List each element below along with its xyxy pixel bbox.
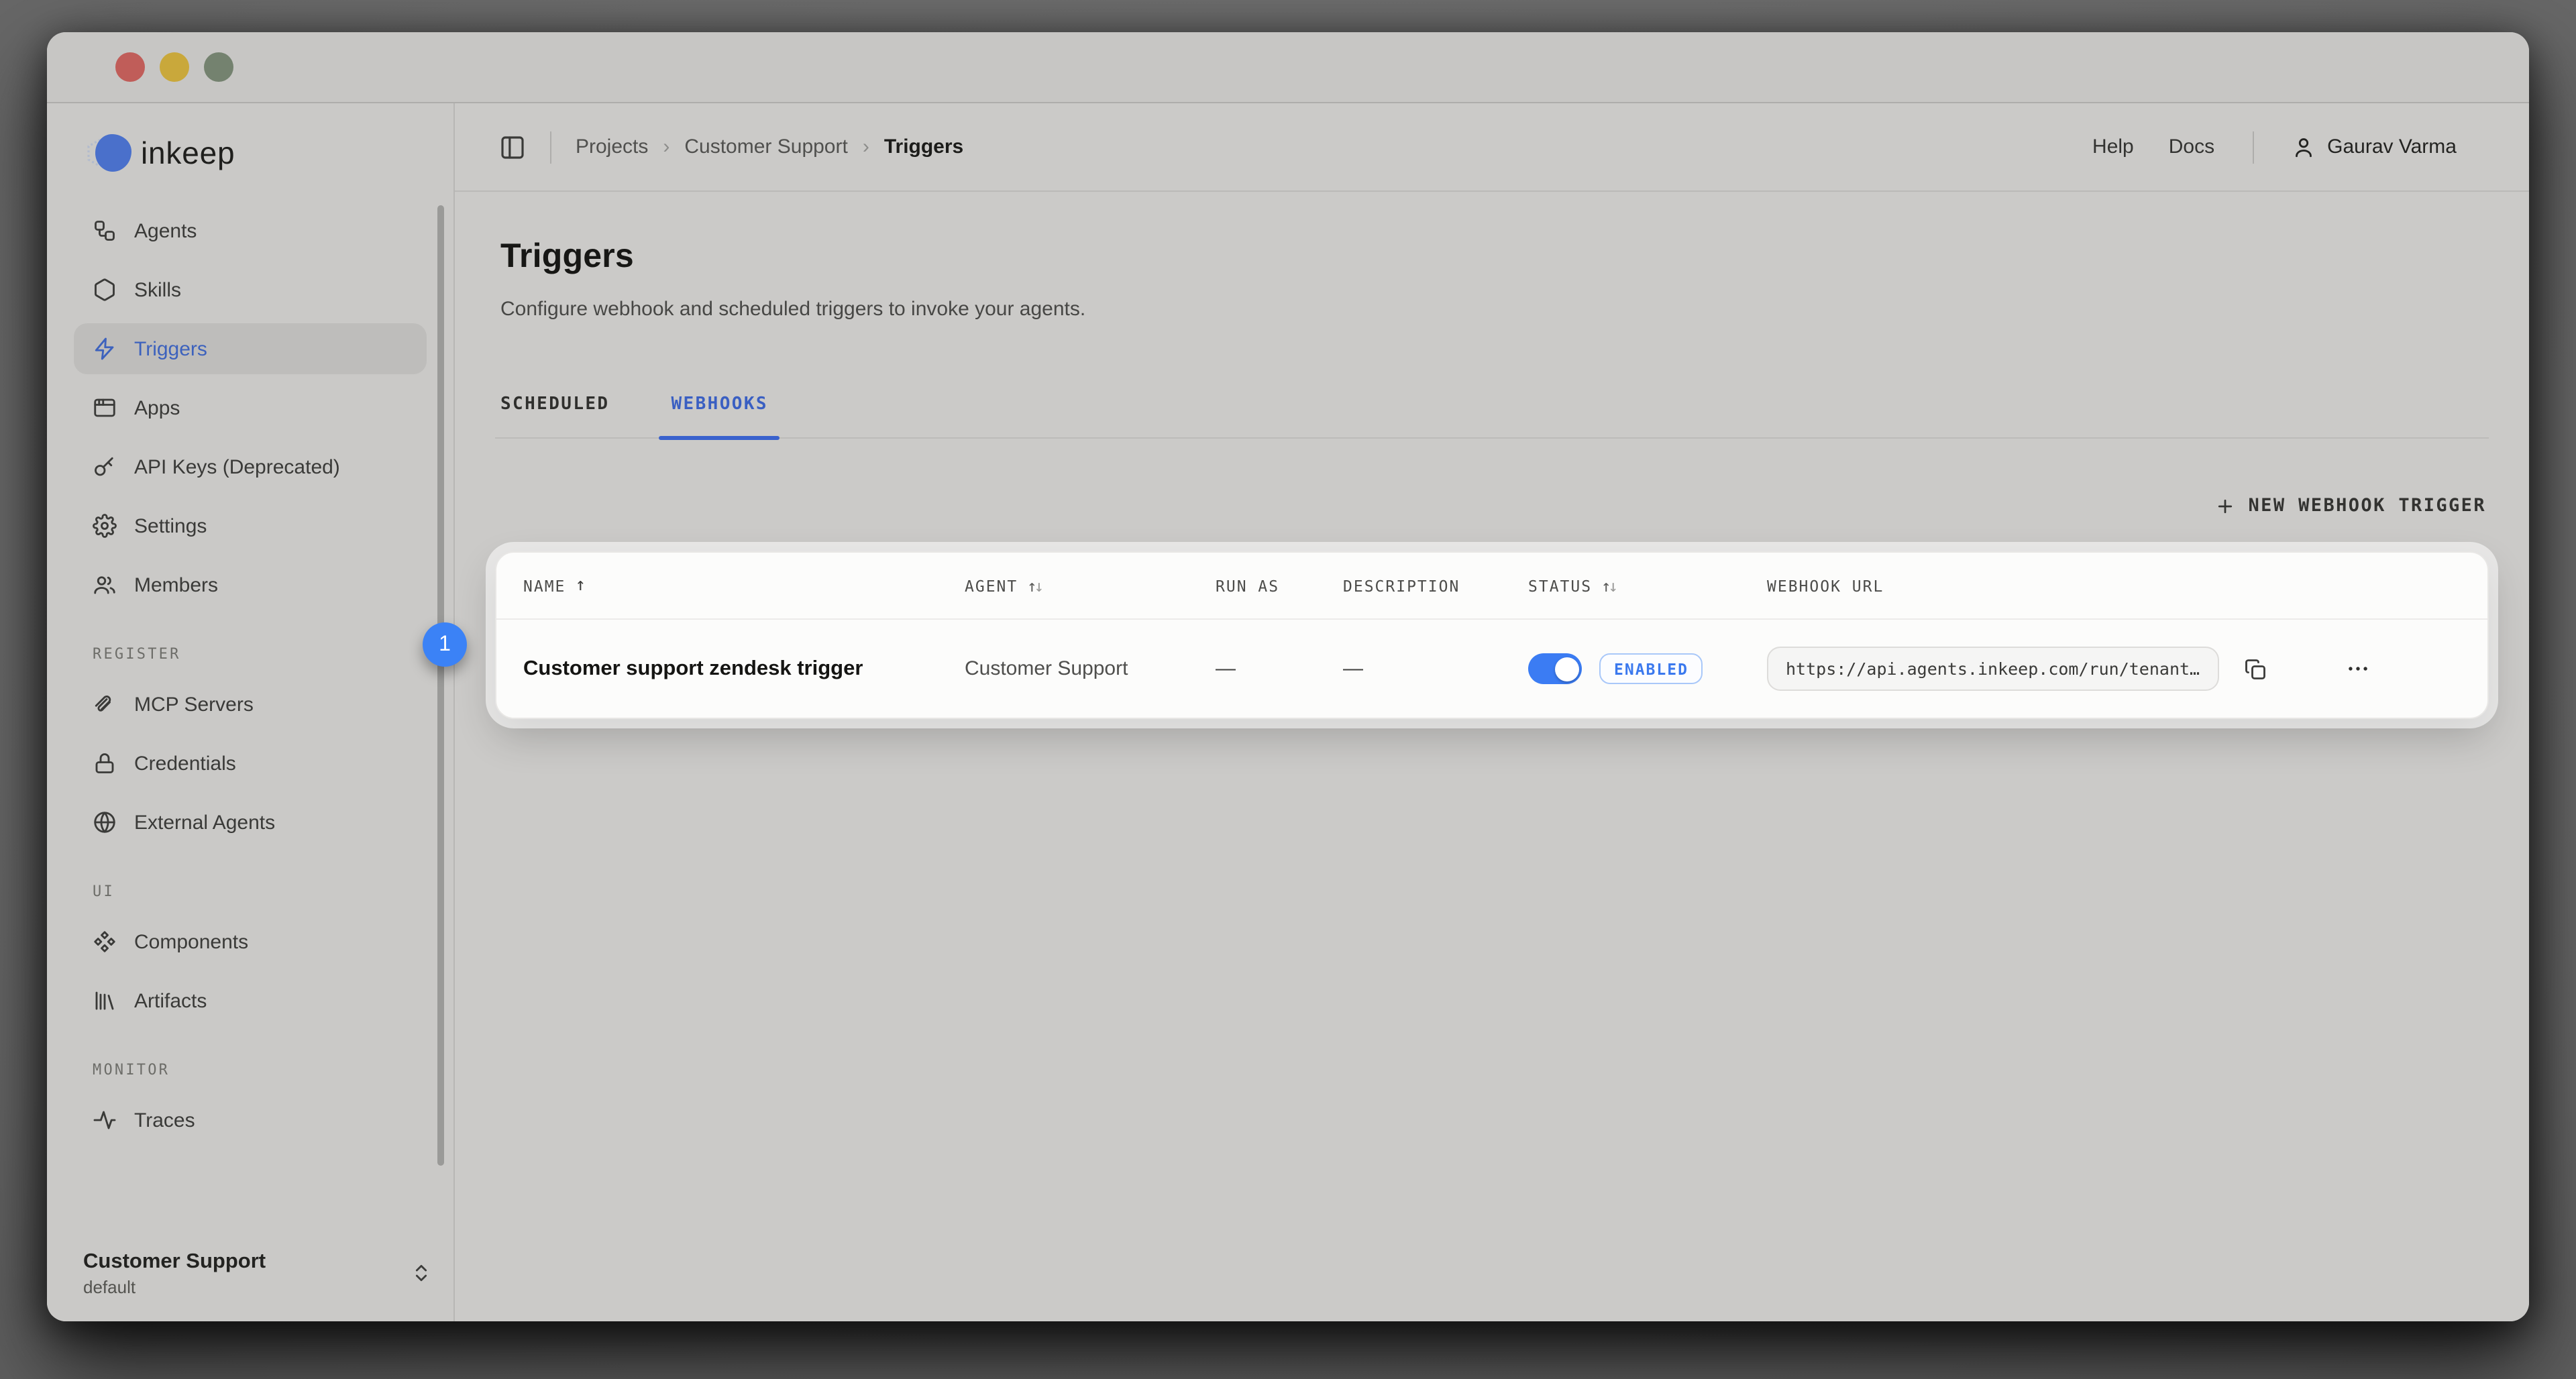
hexagon-icon <box>93 278 117 302</box>
column-header-name[interactable]: NAME ↑ <box>523 575 965 596</box>
docs-link[interactable]: Docs <box>2169 135 2214 158</box>
sidebar-item-mcp-servers[interactable]: MCP Servers <box>74 679 427 730</box>
close-window-button[interactable] <box>115 52 145 82</box>
trigger-tabs: SCHEDULED WEBHOOKS <box>495 394 2489 439</box>
column-header-webhook-url: WEBHOOK URL <box>1767 576 2461 595</box>
user-name: Gaurav Varma <box>2327 135 2457 158</box>
trigger-agent: Customer Support <box>965 657 1216 680</box>
row-actions-button[interactable] <box>2345 656 2370 681</box>
key-icon <box>93 455 117 479</box>
breadcrumb-separator: › <box>863 135 869 158</box>
trigger-description: — <box>1343 657 1528 680</box>
header-divider <box>550 131 551 163</box>
app-window: inkeep Agents Skills Triggers <box>47 32 2529 1321</box>
sidebar-item-traces[interactable]: Traces <box>74 1095 427 1146</box>
sort-both-icon: ↑↓ <box>1601 576 1615 595</box>
project-switcher[interactable]: Customer Support default <box>83 1249 432 1297</box>
help-link[interactable]: Help <box>2092 135 2134 158</box>
tab-scheduled[interactable]: SCHEDULED <box>500 394 610 437</box>
triggers-page: Triggers Configure webhook and scheduled… <box>455 192 2529 1321</box>
zoom-window-button[interactable] <box>204 52 233 82</box>
breadcrumb-separator: › <box>663 135 669 158</box>
chevrons-up-down-icon <box>411 1262 432 1284</box>
users-icon <box>93 573 117 597</box>
sort-both-icon: ↑↓ <box>1027 576 1041 595</box>
table-row: Customer support zendesk trigger Custome… <box>496 620 2487 718</box>
sidebar-nav: Agents Skills Triggers Apps <box>47 205 453 610</box>
column-header-status[interactable]: STATUS ↑↓ <box>1528 576 1767 595</box>
trigger-status-cell: ENABLED <box>1528 653 1767 684</box>
copy-icon <box>2243 657 2267 681</box>
tab-webhooks[interactable]: WEBHOOKS <box>672 394 768 437</box>
column-header-agent[interactable]: AGENT ↑↓ <box>965 576 1216 595</box>
library-icon <box>93 989 117 1013</box>
sidebar-item-members[interactable]: Members <box>74 559 427 610</box>
sidebar-item-components[interactable]: Components <box>74 916 427 967</box>
mcp-icon <box>93 692 117 716</box>
page-title: Triggers <box>500 237 2489 276</box>
desktop: inkeep Agents Skills Triggers <box>0 0 2576 1379</box>
copy-url-button[interactable] <box>2243 657 2267 681</box>
webhook-url-field[interactable]: https://api.agents.inkeep.com/run/tenant… <box>1767 647 2218 691</box>
tour-step-badge: 1 <box>423 622 467 667</box>
sidebar-item-skills[interactable]: Skills <box>74 264 427 315</box>
page-description: Configure webhook and scheduled triggers… <box>500 298 2489 321</box>
header-divider <box>2252 131 2253 163</box>
status-badge: ENABLED <box>1599 653 1703 684</box>
trigger-name[interactable]: Customer support zendesk trigger <box>523 657 965 681</box>
sidebar-item-settings[interactable]: Settings <box>74 500 427 551</box>
sidebar-item-credentials[interactable]: Credentials <box>74 738 427 789</box>
trigger-url-cell: https://api.agents.inkeep.com/run/tenant… <box>1767 647 2461 691</box>
sidebar-item-agents[interactable]: Agents <box>74 205 427 256</box>
sidebar-item-artifacts[interactable]: Artifacts <box>74 975 427 1026</box>
activity-icon <box>93 1108 117 1132</box>
sidebar-item-external-agents[interactable]: External Agents <box>74 797 427 848</box>
project-name: Customer Support <box>83 1249 266 1277</box>
lock-icon <box>93 751 117 775</box>
sidebar-section-monitor: MONITOR <box>93 1061 453 1079</box>
breadcrumb-project[interactable]: Customer Support <box>684 135 847 158</box>
sidebar-scrollbar[interactable] <box>437 205 444 1166</box>
globe-icon <box>93 810 117 834</box>
sidebar-item-apps[interactable]: Apps <box>74 382 427 433</box>
sort-asc-icon: ↑ <box>575 575 587 596</box>
workflow-icon <box>93 219 117 243</box>
column-header-run-as: RUN AS <box>1216 576 1343 595</box>
user-menu[interactable]: Gaurav Varma <box>2291 135 2457 159</box>
app-window-icon <box>93 396 117 420</box>
brand-name: inkeep <box>141 135 235 171</box>
sidebar: inkeep Agents Skills Triggers <box>47 103 455 1321</box>
project-environment: default <box>83 1277 266 1297</box>
minimize-window-button[interactable] <box>160 52 189 82</box>
sidebar-item-api-keys[interactable]: API Keys (Deprecated) <box>74 441 427 492</box>
more-horizontal-icon <box>2345 656 2370 681</box>
inkeep-logo: inkeep <box>83 133 453 173</box>
new-webhook-trigger-button[interactable]: NEW WEBHOOK TRIGGER <box>2215 495 2489 516</box>
sidebar-section-register: REGISTER <box>93 645 453 663</box>
zap-icon <box>93 337 117 361</box>
table-header-row: NAME ↑ AGENT ↑↓ RUN AS DESCRIP <box>496 553 2487 620</box>
panel-left-icon <box>499 133 526 160</box>
column-header-description: DESCRIPTION <box>1343 576 1528 595</box>
main-header: Projects › Customer Support › Triggers H… <box>455 103 2529 192</box>
sidebar-item-triggers[interactable]: Triggers <box>74 323 427 374</box>
breadcrumb: Projects › Customer Support › Triggers <box>576 135 963 158</box>
main-content: Projects › Customer Support › Triggers H… <box>455 103 2529 1321</box>
plus-icon <box>2215 496 2235 516</box>
gear-icon <box>93 514 117 538</box>
status-toggle[interactable] <box>1528 653 1582 684</box>
sidebar-toggle-button[interactable] <box>499 133 526 160</box>
component-icon <box>93 930 117 954</box>
user-icon <box>2291 135 2315 159</box>
trigger-run-as: — <box>1216 657 1343 680</box>
breadcrumb-current: Triggers <box>884 135 963 158</box>
inkeep-logo-icon <box>83 133 131 173</box>
breadcrumb-projects[interactable]: Projects <box>576 135 648 158</box>
sidebar-section-ui: UI <box>93 883 453 900</box>
titlebar <box>47 32 2529 103</box>
webhook-triggers-table: NAME ↑ AGENT ↑↓ RUN AS DESCRIP <box>495 551 2489 719</box>
